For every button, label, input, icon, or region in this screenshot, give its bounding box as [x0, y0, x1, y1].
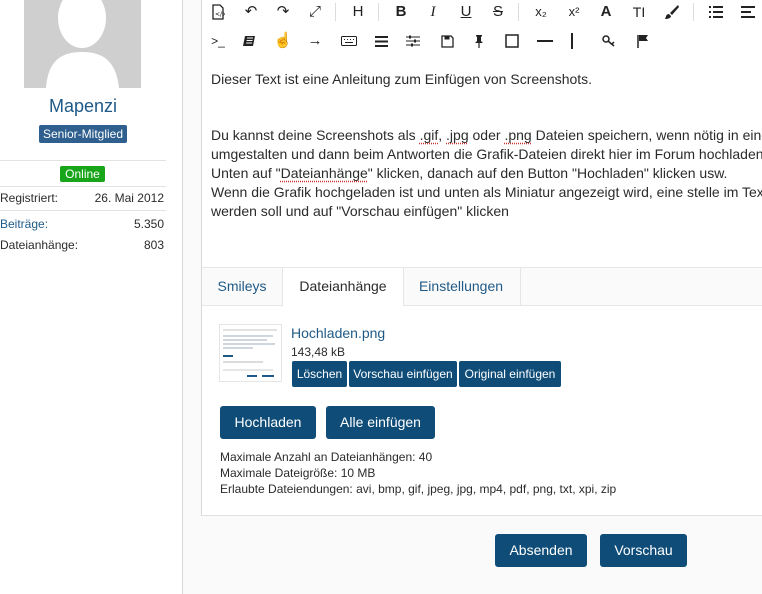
superscript-icon[interactable]: x²: [562, 0, 586, 24]
box-icon[interactable]: [500, 29, 524, 53]
toolbar-separator: [518, 3, 519, 21]
stat-registered: Registriert: 26. Mai 2012: [0, 191, 164, 207]
username[interactable]: Mapenzi: [0, 96, 166, 117]
text-color-icon[interactable]: [660, 0, 684, 24]
stat-value: 803: [143, 238, 164, 252]
text-line: Du kannst deine Screenshots als .gif, .j…: [211, 127, 762, 143]
heading-icon[interactable]: H: [346, 0, 370, 24]
fullscreen-icon[interactable]: ⤢: [303, 0, 327, 24]
pin-icon[interactable]: [467, 29, 491, 53]
submit-button[interactable]: Absenden: [495, 534, 587, 567]
toolbar-separator: [335, 3, 336, 21]
vertical-bar-icon[interactable]: [560, 29, 584, 53]
stat-label-link[interactable]: Beiträge:: [0, 217, 48, 231]
online-status-badge: Online: [60, 166, 105, 182]
flag-icon[interactable]: [631, 29, 655, 53]
message-textarea[interactable]: Dieser Text ist eine Anleitung zum Einfü…: [202, 66, 762, 266]
rank-badge: Senior-Mitglied: [39, 125, 127, 143]
delete-attachment-button[interactable]: Löschen: [292, 361, 347, 387]
keyboard-icon[interactable]: [337, 29, 361, 53]
underline-icon[interactable]: U: [454, 0, 478, 24]
upload-button[interactable]: Hochladen: [220, 406, 316, 439]
text-line: werden soll und auf "Vorschau einfügen" …: [211, 203, 509, 219]
tab-settings[interactable]: Einstellungen: [402, 268, 521, 305]
stat-value: 5.350: [133, 217, 164, 231]
insert-preview-button[interactable]: Vorschau einfügen: [349, 361, 457, 387]
stat-value: 26. Mai 2012: [94, 191, 164, 205]
subscript-icon[interactable]: x₂: [529, 0, 553, 24]
divider: [0, 210, 166, 211]
user-sidebar: Mapenzi Senior-Mitglied Online Registrie…: [0, 0, 166, 594]
tab-smileys[interactable]: Smileys: [202, 268, 282, 305]
editor-tabs: Smileys Dateianhänge Einstellungen: [202, 267, 762, 306]
tab-attachments[interactable]: Dateianhänge: [282, 268, 404, 306]
undo-icon[interactable]: ↶: [239, 0, 263, 24]
text-line: Unten auf "Dateianhänge" klicken, danach…: [211, 165, 728, 181]
font-icon[interactable]: A: [594, 0, 618, 24]
text-line: umgestalten und dann beim Antworten die …: [211, 146, 762, 162]
spoiler-icon[interactable]: ☝: [271, 29, 295, 53]
arrow-icon[interactable]: →: [303, 29, 327, 53]
divider: [0, 186, 166, 187]
highlight-icon[interactable]: [237, 29, 261, 53]
avatar-placeholder-icon: [24, 0, 141, 88]
svg-text:</>: </>: [215, 11, 225, 18]
align-icon[interactable]: [736, 0, 760, 24]
code-icon[interactable]: >_: [206, 29, 230, 53]
italic-icon[interactable]: I: [421, 0, 445, 24]
upload-info-max-size: Maximale Dateigröße: 10 MB: [220, 466, 376, 480]
horizontal-rule-icon[interactable]: [533, 29, 557, 53]
stat-label: Registriert:: [0, 191, 59, 205]
text-line: Wenn die Grafik hochgeladen ist und unte…: [211, 184, 762, 200]
upload-info-max-count: Maximale Anzahl an Dateianhängen: 40: [220, 450, 433, 464]
stat-posts[interactable]: Beiträge: 5.350: [0, 217, 164, 233]
empty-line: [202, 89, 762, 108]
attachment-filesize: 143,48 kB: [291, 345, 346, 359]
insert-all-button[interactable]: Alle einfügen: [326, 406, 435, 439]
toolbar-row-2: >_ ☝ →: [201, 29, 762, 63]
attachment-filename[interactable]: Hochladen.png: [291, 325, 385, 341]
toolbar-separator: [378, 3, 379, 21]
stat-label: Dateianhänge:: [0, 238, 79, 252]
key-icon[interactable]: [597, 29, 621, 53]
text-line: Dieser Text ist eine Anleitung zum Einfü…: [211, 71, 593, 87]
stat-attachments: Dateianhänge: 803: [0, 238, 164, 254]
preview-button[interactable]: Vorschau: [600, 534, 687, 567]
avatar[interactable]: [24, 0, 141, 88]
strikethrough-icon[interactable]: S: [486, 0, 510, 24]
attachment-thumbnail[interactable]: [219, 324, 282, 382]
list-icon[interactable]: [704, 0, 728, 24]
insert-original-button[interactable]: Original einfügen: [459, 361, 561, 387]
toolbar-separator: [693, 3, 694, 21]
redo-icon[interactable]: ↷: [271, 0, 295, 24]
bold-icon[interactable]: B: [389, 0, 413, 24]
divider: [0, 160, 166, 161]
upload-info-extensions: Erlaubte Dateiendungen: avi, bmp, gif, j…: [220, 482, 617, 496]
horizontal-lines-icon[interactable]: [369, 29, 393, 53]
settings-icon[interactable]: [401, 29, 425, 53]
source-code-icon[interactable]: </>: [206, 0, 230, 24]
font-size-icon[interactable]: TI: [627, 0, 651, 24]
save-icon[interactable]: [435, 29, 459, 53]
